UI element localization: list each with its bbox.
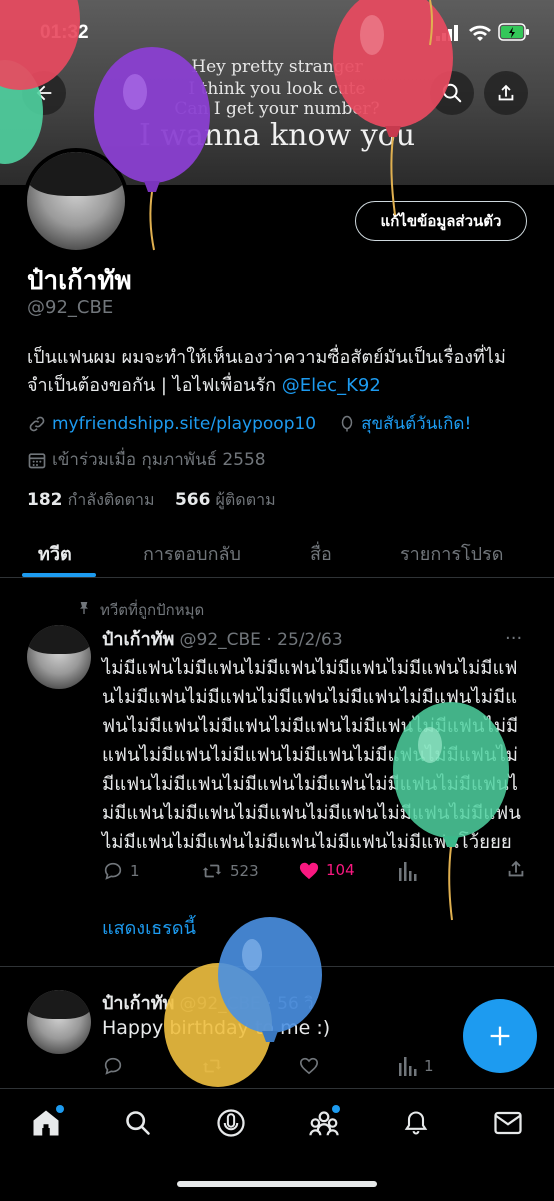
following-label: กำลังติดตาม — [67, 490, 155, 509]
followers-count: 566 — [174, 490, 211, 510]
profile-tabs: ทวีต การตอบกลับ สื่อ รายการโปรด — [0, 527, 554, 578]
mail-icon — [494, 1111, 522, 1135]
bio-text: เป็นแฟนผม ผมจะทำให้เห็นเองว่าความซื่อสัต… — [27, 347, 506, 396]
tweet-text: ไม่มีแฟนไม่มีแฟนไม่มีแฟนไม่มีแฟนไม่มีแฟน… — [102, 658, 521, 853]
profile-handle: @92_CBE — [27, 297, 114, 318]
followers-label: ผู้ติดตาม — [215, 490, 276, 509]
following-link[interactable]: 182 กำลังติดตาม — [27, 490, 155, 510]
pinned-tweet-label: ทวีตที่ถูกปักหมุด — [100, 601, 205, 619]
banner-lyric-line: Hey pretty stranger — [191, 57, 363, 77]
like-action[interactable]: 104 — [298, 860, 355, 880]
nav-notifications[interactable] — [398, 1105, 434, 1141]
tweet-text: Happy birthday to me :) — [102, 1017, 331, 1039]
tab-tweets[interactable]: ทวีต — [38, 539, 72, 568]
tab-replies[interactable]: การตอบกลับ — [143, 539, 241, 568]
reply-action[interactable]: 1 — [102, 860, 140, 882]
signal-icon — [436, 25, 462, 45]
notification-dot — [332, 1105, 340, 1113]
bell-icon — [404, 1111, 428, 1135]
pin-icon — [76, 599, 92, 621]
reply-count: 1 — [130, 862, 140, 880]
heart-filled-icon — [299, 862, 319, 880]
calendar-icon — [28, 452, 46, 468]
profile-bio: เป็นแฟนผม ผมจะทำให้เห็นเองว่าความซื่อสัต… — [27, 344, 537, 400]
nav-search[interactable] — [120, 1105, 156, 1141]
search-icon — [126, 1111, 150, 1135]
status-time: 01:32 — [40, 22, 89, 43]
active-tab-indicator — [22, 573, 96, 577]
spaces-microphone-icon — [217, 1109, 245, 1137]
nav-communities[interactable] — [306, 1105, 342, 1141]
views-count: 1 — [424, 1057, 434, 1075]
joined-text: เข้าร่วมเมื่อ กุมภาพันธ์ 2558 — [52, 450, 266, 470]
retweet-icon[interactable] — [200, 1055, 224, 1081]
analytics-icon — [399, 1057, 417, 1076]
tweet-author-name[interactable]: ป๋าเก้าทัพ — [102, 629, 174, 650]
back-button[interactable] — [22, 71, 66, 115]
bio-mention-link[interactable]: @Elec_K92 — [282, 375, 381, 396]
notification-dot — [56, 1105, 64, 1113]
back-arrow-icon — [36, 85, 52, 101]
nav-spaces[interactable] — [213, 1105, 249, 1141]
search-button[interactable] — [430, 71, 474, 115]
analytics-icon[interactable] — [398, 860, 418, 886]
profile-avatar[interactable] — [23, 148, 129, 254]
tweet-handle-time: @92_CBE · 56 วิ — [179, 994, 314, 1014]
nav-home[interactable] — [28, 1105, 64, 1141]
retweet-action[interactable]: 523 — [200, 860, 259, 882]
compose-tweet-button[interactable] — [463, 999, 537, 1073]
share-icon — [498, 84, 514, 101]
tab-media[interactable]: สื่อ — [310, 539, 332, 568]
like-count: 104 — [326, 861, 355, 879]
tweet-avatar[interactable] — [27, 990, 91, 1054]
share-button[interactable] — [484, 71, 528, 115]
tweet-avatar[interactable] — [27, 625, 91, 689]
home-icon — [33, 1110, 59, 1136]
birthday-text: สุขสันต์วันเกิด! — [361, 414, 472, 434]
plus-icon — [490, 1026, 510, 1046]
website-link[interactable]: myfriendshipp.site/playpoop10 — [52, 414, 316, 434]
tab-likes[interactable]: รายการโปรด — [400, 539, 503, 568]
website-item[interactable]: myfriendshipp.site/playpoop10 — [27, 410, 316, 437]
tweet-share-icon[interactable] — [505, 858, 527, 884]
profile-meta: myfriendshipp.site/playpoop10 สุขสันต์วั… — [27, 410, 471, 437]
home-indicator — [177, 1181, 377, 1187]
edit-profile-button[interactable]: แก้ไขข้อมูลส่วนตัว — [355, 201, 527, 241]
tweet-header: ป๋าเก้าทัพ @92_CBE · 25/2/63 — [102, 624, 343, 653]
analytics-action[interactable]: 1 — [398, 1055, 434, 1077]
battery-icon — [498, 23, 530, 45]
more-options-icon[interactable]: ··· — [505, 628, 522, 649]
following-count: 182 — [27, 490, 63, 510]
birthday-item: สุขสันต์วันเกิด! — [338, 410, 471, 437]
search-icon — [442, 83, 462, 103]
follow-stats: 182 กำลังติดตาม 566 ผู้ติดตาม — [27, 488, 276, 513]
balloon-icon — [341, 415, 353, 431]
tweet-divider — [0, 966, 554, 967]
nav-messages[interactable] — [490, 1105, 526, 1141]
reply-icon[interactable] — [102, 1055, 124, 1081]
reply-icon — [104, 862, 122, 880]
profile-name: ป๋าเก้าทัพ — [27, 266, 132, 296]
tweet-header: ป๋าเก้าทัพ @92_CBE · 56 วิ — [102, 988, 314, 1017]
link-icon — [29, 416, 45, 431]
joined-item: เข้าร่วมเมื่อ กุมภาพันธ์ 2558 — [27, 446, 266, 473]
followers-link[interactable]: 566 ผู้ติดตาม — [174, 490, 276, 510]
heart-outline-icon[interactable] — [298, 1055, 320, 1079]
show-thread-link[interactable]: แสดงเธรดนี้ — [102, 913, 196, 942]
tweet-handle-date: @92_CBE · 25/2/63 — [179, 630, 343, 650]
retweet-icon — [202, 864, 222, 878]
wifi-icon — [468, 24, 492, 46]
tweet-author-name[interactable]: ป๋าเก้าทัพ — [102, 993, 174, 1014]
retweet-count: 523 — [230, 862, 259, 880]
